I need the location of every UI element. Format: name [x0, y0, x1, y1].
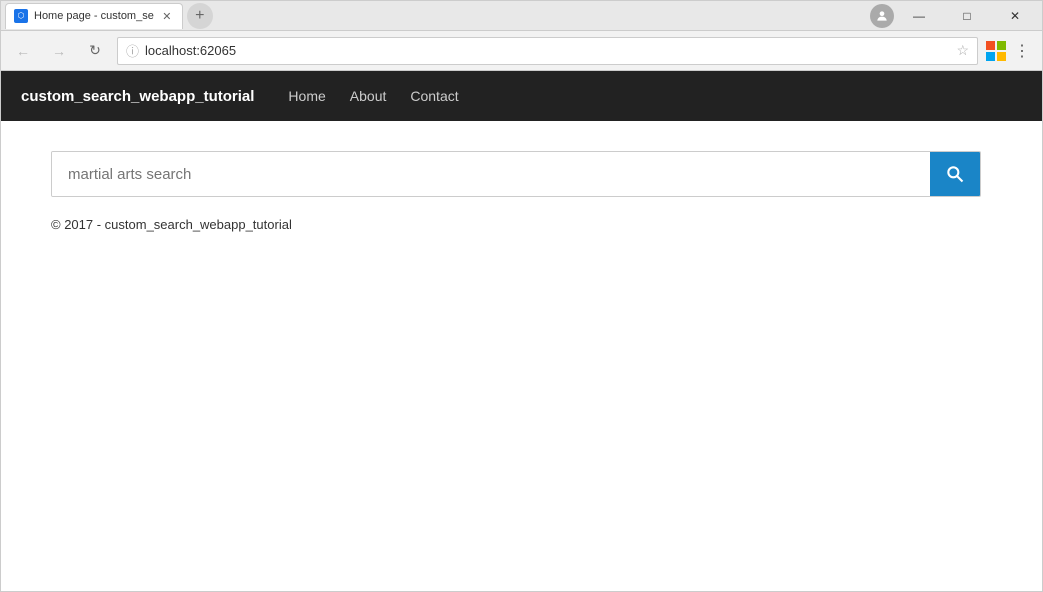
- minimize-button[interactable]: —: [896, 1, 942, 31]
- browser-window: ⬡ Home page - custom_se ✕ + — □ ✕ ← → ↻ …: [0, 0, 1043, 592]
- site-brand: custom_search_webapp_tutorial: [21, 88, 254, 105]
- tab-close-button[interactable]: ✕: [160, 9, 174, 23]
- windows-start-icon[interactable]: [986, 41, 1006, 61]
- bookmark-icon[interactable]: ☆: [956, 42, 969, 59]
- title-bar-controls: — □ ✕: [870, 1, 1038, 31]
- page-footer: © 2017 - custom_search_webapp_tutorial: [51, 217, 992, 232]
- tab-favicon: ⬡: [14, 9, 28, 23]
- user-account-button[interactable]: [870, 4, 894, 28]
- browser-menu-button[interactable]: ⋮: [1010, 37, 1034, 65]
- title-bar-left: ⬡ Home page - custom_se ✕ +: [5, 3, 213, 29]
- nav-link-about[interactable]: About: [350, 88, 387, 104]
- address-text: localhost:62065: [145, 43, 950, 58]
- new-tab-button[interactable]: +: [187, 3, 213, 29]
- search-input[interactable]: [52, 152, 930, 196]
- title-bar: ⬡ Home page - custom_se ✕ + — □ ✕: [1, 1, 1042, 31]
- search-icon: [945, 164, 965, 184]
- search-container: [51, 151, 981, 197]
- address-input-wrapper[interactable]: ⓘ localhost:62065 ☆: [117, 37, 978, 65]
- back-button[interactable]: ←: [9, 37, 37, 65]
- site-navbar: custom_search_webapp_tutorial Home About…: [1, 71, 1042, 121]
- page-content: © 2017 - custom_search_webapp_tutorial: [1, 121, 1042, 591]
- tab-title: Home page - custom_se: [34, 10, 154, 22]
- search-button[interactable]: [930, 152, 980, 196]
- browser-tab[interactable]: ⬡ Home page - custom_se ✕: [5, 3, 183, 29]
- address-right-icons: ⋮: [986, 37, 1034, 65]
- info-icon: ⓘ: [126, 41, 139, 60]
- footer-text: © 2017 - custom_search_webapp_tutorial: [51, 217, 292, 232]
- nav-link-contact[interactable]: Contact: [410, 88, 458, 104]
- maximize-button[interactable]: □: [944, 1, 990, 31]
- address-bar: ← → ↻ ⓘ localhost:62065 ☆ ⋮: [1, 31, 1042, 71]
- nav-link-home[interactable]: Home: [288, 88, 325, 104]
- forward-button[interactable]: →: [45, 37, 73, 65]
- close-button[interactable]: ✕: [992, 1, 1038, 31]
- refresh-button[interactable]: ↻: [81, 37, 109, 65]
